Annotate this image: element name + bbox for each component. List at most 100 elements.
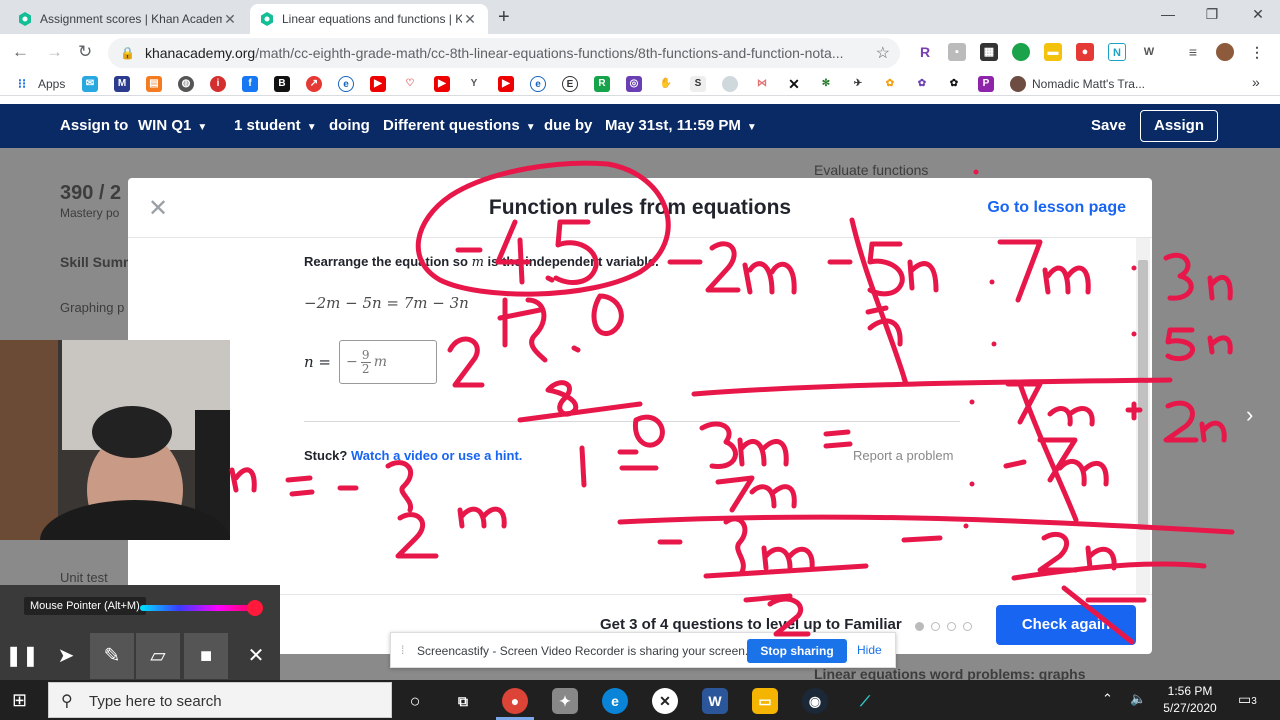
hint-link[interactable]: Watch a video or use a hint. — [351, 448, 522, 463]
edge-icon[interactable]: e — [602, 688, 628, 714]
apps-grid-icon[interactable]: ⁝⁝ — [14, 76, 30, 92]
bookmark-paw-icon[interactable]: ✿ — [882, 76, 898, 92]
bookmark-orange-icon[interactable]: ▤ — [146, 76, 162, 92]
bookmark-paw-black-icon[interactable]: ✿ — [946, 76, 962, 92]
bookmark-globe-icon[interactable]: ◍ — [178, 76, 194, 92]
apps-bookmark[interactable]: Apps — [38, 77, 65, 91]
extension-grid-icon[interactable]: ▦ — [980, 43, 998, 61]
pause-icon[interactable]: ❚❚ — [0, 633, 44, 679]
modal-scrollbar[interactable] — [1136, 238, 1150, 594]
bookmark-bow-icon[interactable]: ⋈ — [754, 76, 770, 92]
assign-button[interactable]: Assign — [1140, 110, 1218, 142]
camera-icon[interactable]: ■ — [184, 633, 228, 679]
volume-icon[interactable]: 🔈 — [1130, 691, 1146, 707]
tab-assignment-scores[interactable]: Assignment scores | Khan Academ ✕ — [8, 4, 248, 34]
extension-n-icon[interactable]: N — [1108, 43, 1126, 61]
close-tab-icon[interactable]: ✕ — [222, 11, 238, 28]
bookmark-red-icon[interactable]: ↗ — [306, 76, 322, 92]
bookmark-e-icon[interactable]: E — [562, 76, 578, 92]
tab-linear-equations[interactable]: Linear equations and functions | K ✕ — [250, 4, 488, 34]
pen-color-slider[interactable] — [140, 605, 258, 611]
bookmark-m-icon[interactable]: M — [114, 76, 130, 92]
extension-grey-icon[interactable]: ▪ — [948, 43, 966, 61]
task-view-icon[interactable]: ⧉ — [450, 688, 476, 714]
eraser-icon[interactable]: ▱ — [136, 633, 180, 679]
app-icon[interactable]: ⟋ — [852, 688, 878, 714]
file-explorer-icon[interactable]: ▭ — [752, 688, 778, 714]
bookmark-youtube-icon[interactable]: ▶ — [370, 76, 386, 92]
bookmark-y-icon[interactable]: Y — [466, 76, 482, 92]
stop-sharing-button[interactable]: Stop sharing — [747, 639, 847, 663]
forward-arrow-icon[interactable]: → — [46, 42, 63, 62]
extension-green-icon[interactable] — [1012, 43, 1030, 61]
extension-red-icon[interactable]: ● — [1076, 43, 1094, 61]
reading-list-icon[interactable]: ≡ — [1184, 43, 1202, 61]
new-tab-button[interactable]: + — [498, 6, 510, 29]
app-icon[interactable]: ✦ — [552, 688, 578, 714]
color-slider-handle[interactable] — [247, 600, 263, 616]
drag-handle-icon[interactable]: ⁞ — [401, 643, 404, 657]
bookmark-dots-icon[interactable]: ✻ — [818, 76, 834, 92]
bookmark-p-icon[interactable]: P — [978, 76, 994, 92]
back-arrow-icon[interactable]: ← — [12, 42, 29, 62]
bookmark-purple-icon[interactable]: ◎ — [626, 76, 642, 92]
bookmark-s-icon[interactable]: S — [690, 76, 706, 92]
window-close-button[interactable]: ✕ — [1238, 6, 1278, 23]
pen-icon[interactable]: ✎ — [90, 633, 134, 679]
word-icon[interactable]: W — [702, 688, 728, 714]
steam-icon[interactable]: ◉ — [802, 688, 828, 714]
xbox-icon[interactable]: ✕ — [652, 688, 678, 714]
bookmark-circle-icon[interactable] — [722, 76, 738, 92]
bookmark-x-icon[interactable]: ✕ — [786, 76, 802, 92]
bookmark-i-icon[interactable]: i — [210, 76, 226, 92]
mouse-pointer-icon[interactable]: ➤ — [44, 633, 88, 679]
next-arrow-icon[interactable]: › — [1246, 402, 1253, 428]
save-button[interactable]: Save — [1091, 117, 1126, 134]
clock[interactable]: 1:56 PM 5/27/2020 — [1158, 683, 1222, 717]
bookmark-hand-icon[interactable]: ✋ — [658, 76, 674, 92]
restore-button[interactable]: ❐ — [1192, 6, 1232, 23]
report-problem-link[interactable]: Report a problem — [853, 448, 953, 463]
check-again-button[interactable]: Check again — [996, 605, 1136, 645]
reload-icon[interactable]: ↻ — [78, 42, 92, 62]
tray-chevron-icon[interactable]: ⌃ — [1102, 691, 1113, 707]
go-to-lesson-link[interactable]: Go to lesson page — [987, 199, 1126, 217]
address-bar[interactable]: 🔒 khanacademy.org /math/cc-eighth-grade-… — [108, 38, 900, 68]
bookmark-edpuzzle-icon[interactable]: e — [530, 76, 546, 92]
bookmark-bird-icon[interactable]: ✈ — [850, 76, 866, 92]
bookmark-paw-purple-icon[interactable]: ✿ — [914, 76, 930, 92]
extension-yellow-icon[interactable]: ▬ — [1044, 43, 1062, 61]
bookmark-nomadic-icon[interactable] — [1010, 76, 1026, 92]
menu-dots-icon[interactable]: ⋮ — [1248, 43, 1266, 61]
cortana-icon[interactable]: ○ — [402, 688, 428, 714]
bookmark-mail-icon[interactable]: ✉ — [82, 76, 98, 92]
windows-start-icon[interactable]: ⊞ — [12, 690, 27, 711]
bookmark-facebook-icon[interactable]: f — [242, 76, 258, 92]
close-tab-icon[interactable]: ✕ — [462, 11, 478, 28]
close-icon[interactable]: ✕ — [234, 633, 278, 679]
bookmark-nomadic-matt[interactable]: Nomadic Matt's Tra... — [1032, 77, 1145, 91]
taskbar-search[interactable]: ⚲ Type here to search — [48, 682, 392, 718]
students-dropdown[interactable]: 1 student ▼ — [234, 117, 317, 134]
hide-button[interactable]: Hide — [857, 643, 882, 657]
webcam-overlay[interactable] — [0, 340, 230, 540]
minimize-button[interactable]: — — [1148, 6, 1188, 22]
bookmark-star-icon[interactable]: ☆ — [876, 43, 890, 63]
extension-r-icon[interactable]: R — [916, 43, 934, 61]
bookmark-heart-icon[interactable]: ♡ — [402, 76, 418, 92]
bookmarks-overflow[interactable]: » — [1252, 74, 1260, 90]
bookmark-youtube-icon[interactable]: ▶ — [434, 76, 450, 92]
bookmark-r-icon[interactable]: R — [594, 76, 610, 92]
due-date-dropdown[interactable]: May 31st, 11:59 PM ▼ — [605, 117, 757, 134]
profile-avatar[interactable] — [1216, 43, 1234, 61]
answer-input[interactable]: − 92 m — [339, 340, 437, 384]
questions-dropdown[interactable]: Different questions ▼ — [383, 117, 536, 134]
notifications-icon[interactable]: ▭3 — [1238, 691, 1257, 708]
class-dropdown[interactable]: WIN Q1 ▼ — [138, 117, 207, 134]
bookmark-edpuzzle-icon[interactable]: e — [338, 76, 354, 92]
chrome-icon[interactable]: ● — [502, 688, 528, 714]
scrollbar-thumb[interactable] — [1138, 260, 1148, 530]
bookmark-b-icon[interactable]: B — [274, 76, 290, 92]
extension-w-icon[interactable]: W — [1140, 43, 1158, 61]
bookmark-youtube-icon[interactable]: ▶ — [498, 76, 514, 92]
